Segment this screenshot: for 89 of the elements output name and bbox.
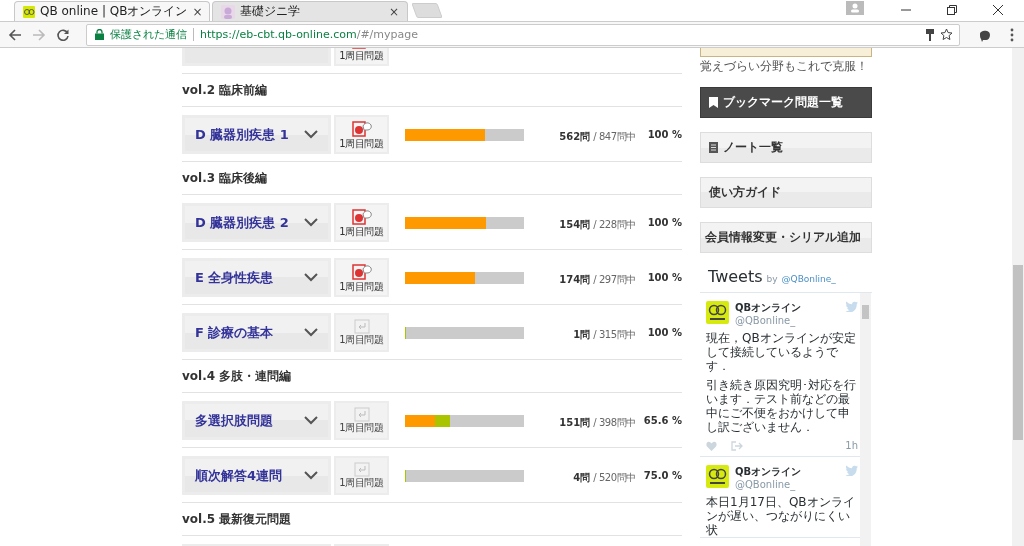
heart-icon xyxy=(706,440,717,451)
chevron-down-icon xyxy=(304,273,318,282)
tweet-text: 引き続き原因究明･対応を行います．テスト前などの最中にご不便をおかけして申し訳ございません． xyxy=(706,378,857,434)
back-icon xyxy=(8,27,22,42)
browser-tab[interactable]: 基礎ジニ学 × xyxy=(212,1,408,21)
sidebar-button[interactable]: 使い方ガイド xyxy=(700,177,872,208)
category-dropdown[interactable]: 多選択肢問題 xyxy=(182,401,331,440)
pointing-hand-icon xyxy=(350,262,373,281)
tab-title: QB online | QBオンライン xyxy=(40,3,188,20)
section-heading: vol.3 臨床後編 xyxy=(182,169,268,187)
accuracy-rate: 100 % xyxy=(646,129,682,140)
accuracy-rate: 65.6 % xyxy=(642,415,682,426)
chevron-down-icon xyxy=(304,218,318,227)
total-count: / 228問中 xyxy=(593,219,636,230)
sidebar-button[interactable]: ブックマーク問題一覧 xyxy=(700,87,872,118)
section-heading: vol.2 臨床前編 xyxy=(182,81,268,99)
close-icon[interactable]: × xyxy=(388,4,399,19)
total-count: / 297問中 xyxy=(593,274,636,285)
address-bar[interactable]: 保護された通信 https://eb-cbt.qb-online.com/#/mypage xyxy=(86,23,960,46)
answered-count: 1問 xyxy=(573,329,591,340)
browser-tab[interactable]: QB online | QBオンライン × xyxy=(14,1,210,21)
pointing-hand-icon xyxy=(350,207,373,226)
avatar-icon xyxy=(221,4,235,19)
url-text: https://eb-cbt.qb-online.com/#/mypage xyxy=(200,28,418,41)
first-round-button[interactable]: 1周目問題 xyxy=(334,203,389,242)
chevron-down-icon xyxy=(304,416,318,425)
category-dropdown[interactable]: E 全身性疾患 xyxy=(182,258,331,297)
chevron-down-icon xyxy=(304,328,318,337)
total-count: / 315問中 xyxy=(593,329,636,340)
avatar-logo-icon xyxy=(706,301,729,324)
key-icon xyxy=(926,28,934,41)
sidebar-button[interactable]: ノート一覧 xyxy=(700,132,872,163)
scrollbar[interactable] xyxy=(860,293,871,546)
account-name[interactable]: QBオンライン xyxy=(735,301,839,315)
widget-title: Tweets xyxy=(708,267,763,286)
close-icon xyxy=(992,4,1004,16)
pointing-hand-icon xyxy=(350,119,373,138)
share-icon xyxy=(731,440,743,451)
restore-icon xyxy=(946,4,958,16)
total-count: / 398問中 xyxy=(593,417,636,428)
tweet-text: 現在，QBオンラインが安定して接続しているようです． xyxy=(706,331,857,373)
menu-icon xyxy=(1010,27,1014,42)
first-round-button[interactable]: 1周目問題 xyxy=(334,48,389,66)
chevron-down-icon xyxy=(304,471,318,480)
handle-link[interactable]: @QBonline_ xyxy=(781,274,836,284)
category-dropdown[interactable]: D 臓器別疾患 2 xyxy=(182,203,331,242)
accuracy-rate: 100 % xyxy=(646,272,682,283)
tab-title: 基礎ジニ学 xyxy=(240,3,301,20)
sidebar-button[interactable]: 会員情報変更・シリアル追加 xyxy=(700,222,872,253)
category-dropdown[interactable]: 順次解答4連問 xyxy=(182,456,331,495)
reload-icon xyxy=(56,27,70,42)
favicon-icon xyxy=(23,5,35,18)
total-count: / 847問中 xyxy=(593,131,636,142)
category-dropdown[interactable]: F 診療の基本 xyxy=(182,313,331,352)
answered-count: 562問 xyxy=(559,131,591,142)
avatar-logo-icon xyxy=(706,465,729,488)
promo-banner[interactable] xyxy=(700,48,872,57)
first-round-button[interactable]: 1周目問題 xyxy=(334,258,389,297)
account-name[interactable]: QBオンライン xyxy=(735,465,839,479)
first-round-button[interactable]: 1周目問題 xyxy=(334,401,389,440)
answered-count: 151問 xyxy=(559,417,591,428)
accuracy-rate: 100 % xyxy=(646,217,682,228)
section-heading: vol.5 最新復元問題 xyxy=(182,510,292,528)
answered-count: 154問 xyxy=(559,219,591,230)
new-tab-button[interactable] xyxy=(411,3,443,18)
accuracy-rate: 75.0 % xyxy=(642,470,682,481)
scrollbar[interactable] xyxy=(1012,48,1024,546)
byline: by xyxy=(766,274,778,284)
security-label: 保護された通信 xyxy=(110,27,187,42)
bird-icon xyxy=(845,301,858,312)
category-dropdown[interactable]: D 臓器別疾患 1 xyxy=(182,115,331,154)
promo-caption: 覚えづらい分野もこれで克服！ xyxy=(700,58,869,75)
tweet-text: 本日1月17日、QBオンラインが遅い、つながりにくい状 xyxy=(706,495,856,537)
note-icon xyxy=(709,142,718,153)
star-icon xyxy=(940,28,953,41)
bookmark-icon xyxy=(709,97,718,108)
close-icon[interactable]: × xyxy=(192,4,203,19)
answered-count: 174問 xyxy=(559,274,591,285)
accuracy-rate: 100 % xyxy=(646,327,682,338)
first-round-button[interactable]: 1周目問題 xyxy=(334,456,389,495)
total-count: / 520問中 xyxy=(593,472,636,483)
first-round-button[interactable]: 1周目問題 xyxy=(334,115,389,154)
first-round-button[interactable]: 1周目問題 xyxy=(334,313,389,352)
section-heading: vol.4 多肢・連問編 xyxy=(182,367,292,385)
lock-icon xyxy=(95,29,104,40)
answered-count: 4問 xyxy=(573,472,591,483)
bird-icon xyxy=(845,465,858,476)
chevron-down-icon xyxy=(304,130,318,139)
forward-icon xyxy=(32,27,46,42)
